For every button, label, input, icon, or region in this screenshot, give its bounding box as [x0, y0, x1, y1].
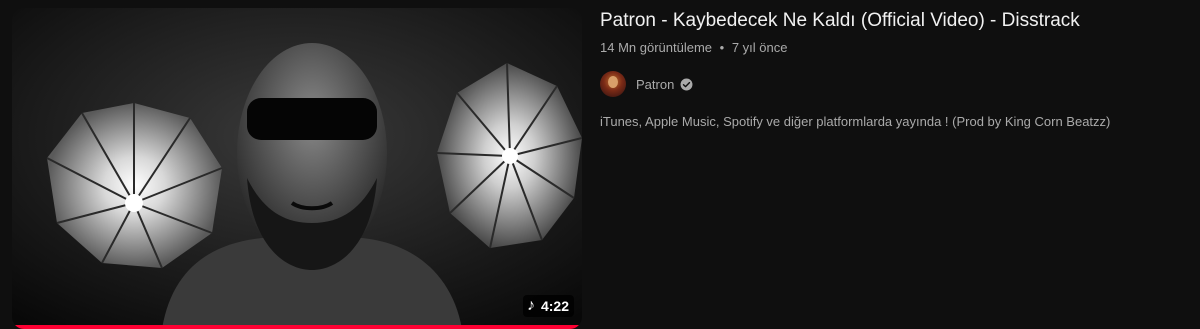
video-thumbnail[interactable]: ♪ 4:22: [12, 8, 582, 329]
upload-age: 7 yıl önce: [731, 40, 788, 55]
channel-name-wrapper[interactable]: Patron: [636, 77, 693, 92]
video-stats: 14 Mn görüntüleme • 7 yıl önce: [600, 39, 1190, 57]
stats-separator: •: [719, 40, 725, 55]
video-title[interactable]: Patron - Kaybedecek Ne Kaldı (Official V…: [600, 8, 1190, 34]
channel-name[interactable]: Patron: [636, 77, 674, 92]
duration-text: 4:22: [540, 298, 569, 314]
video-metadata: Patron - Kaybedecek Ne Kaldı (Official V…: [600, 8, 1190, 131]
view-count: 14 Mn görüntüleme: [600, 40, 713, 55]
video-result-row: ♪ 4:22 Patron - Kaybedecek Ne Kaldı (Off…: [0, 0, 1200, 329]
channel-link[interactable]: Patron: [600, 70, 1190, 98]
verified-badge-icon: [680, 78, 693, 91]
watch-progress-fill: [12, 325, 582, 329]
duration-badge: ♪ 4:22: [522, 295, 574, 317]
watch-progress-bar: [12, 325, 582, 329]
channel-avatar[interactable]: [600, 71, 626, 97]
music-note-icon: ♪: [526, 297, 535, 314]
thumbnail-image: [12, 8, 582, 329]
video-description-snippet: iTunes, Apple Music, Spotify ve diğer pl…: [600, 114, 1111, 129]
